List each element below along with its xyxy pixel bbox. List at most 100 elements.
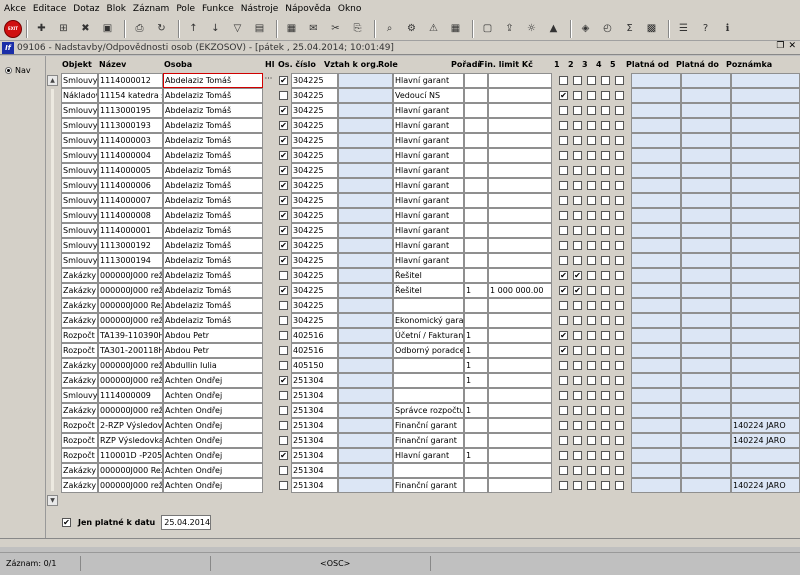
cell-role[interactable] bbox=[393, 298, 464, 313]
cell-pozn[interactable] bbox=[731, 133, 800, 148]
cell-do[interactable] bbox=[681, 388, 731, 403]
row-c5-checkbox[interactable] bbox=[615, 391, 624, 400]
report-icon[interactable]: ▤ bbox=[250, 19, 269, 38]
help-icon[interactable]: ? bbox=[696, 19, 715, 38]
bookmark-icon[interactable]: ▲ bbox=[544, 19, 563, 38]
cell-vztah[interactable] bbox=[338, 418, 393, 433]
cell-objekt[interactable]: Zakázky bbox=[61, 313, 98, 328]
cell-vztah[interactable] bbox=[338, 253, 393, 268]
cell-pozn[interactable] bbox=[731, 208, 800, 223]
row-c5-checkbox[interactable] bbox=[615, 421, 624, 430]
row-c2-checkbox[interactable] bbox=[573, 241, 582, 250]
cell-limit[interactable] bbox=[488, 328, 552, 343]
lov-button[interactable]: ··· bbox=[263, 73, 274, 88]
row-c4-checkbox[interactable] bbox=[601, 136, 610, 145]
row-c3-checkbox[interactable] bbox=[587, 331, 596, 340]
cell-do[interactable] bbox=[681, 313, 731, 328]
row-c4-checkbox[interactable] bbox=[601, 181, 610, 190]
row-hl-checkbox[interactable] bbox=[279, 481, 288, 490]
row-c5-checkbox[interactable] bbox=[615, 466, 624, 475]
cell-vztah[interactable] bbox=[338, 163, 393, 178]
cell-role[interactable]: Vedoucí NS bbox=[393, 88, 464, 103]
cell-nazev[interactable]: TA301-200118H bbox=[98, 343, 163, 358]
cell-od[interactable] bbox=[631, 403, 681, 418]
row-c1-checkbox[interactable] bbox=[559, 196, 568, 205]
row-c1-checkbox[interactable] bbox=[559, 466, 568, 475]
cell-nazev[interactable]: 1114000003 bbox=[98, 133, 163, 148]
cell-od[interactable] bbox=[631, 208, 681, 223]
cell-nazev[interactable]: RZP Výsledovka bbox=[98, 433, 163, 448]
cell-role[interactable]: Správce rozpočtu bbox=[393, 403, 464, 418]
row-c3-checkbox[interactable] bbox=[587, 241, 596, 250]
table-row[interactable]: Zakázky 000000J000 rež Achten Ondřej 251304… bbox=[61, 478, 800, 493]
row-c2-checkbox[interactable] bbox=[573, 361, 582, 370]
row-c2-checkbox[interactable] bbox=[573, 406, 582, 415]
cell-od[interactable] bbox=[631, 118, 681, 133]
table-row[interactable]: Smlouvy 1113000193 Abdelaziz Tomáš ✔ 304225 H… bbox=[61, 118, 800, 133]
cell-do[interactable] bbox=[681, 358, 731, 373]
row-c2-checkbox[interactable] bbox=[573, 436, 582, 445]
cell-oscislo[interactable]: 304225 bbox=[291, 148, 338, 163]
search-icon[interactable]: ⌕ bbox=[380, 19, 399, 38]
cell-do[interactable] bbox=[681, 163, 731, 178]
cell-objekt[interactable]: Nákladov bbox=[61, 88, 98, 103]
cell-pozn[interactable] bbox=[731, 73, 800, 88]
cell-osoba[interactable]: Abdelaziz Tomáš bbox=[163, 148, 263, 163]
cell-objekt[interactable]: Smlouvy bbox=[61, 193, 98, 208]
cell-nazev[interactable]: 2-RZP Výsledov bbox=[98, 418, 163, 433]
row-hl-checkbox[interactable]: ✔ bbox=[279, 136, 288, 145]
row-c1-checkbox[interactable] bbox=[559, 436, 568, 445]
cell-objekt[interactable]: Smlouvy bbox=[61, 238, 98, 253]
column-header[interactable]: 2 bbox=[567, 58, 574, 72]
cell-role[interactable]: Finanční garant bbox=[393, 418, 464, 433]
cell-limit[interactable] bbox=[488, 148, 552, 163]
cell-pozn[interactable] bbox=[731, 328, 800, 343]
vertical-scrollbar[interactable]: ▲ ▼ bbox=[46, 73, 59, 509]
table-row[interactable]: Zakázky 000000J000 Rež Achten Ondřej 251304 bbox=[61, 463, 800, 478]
cell-do[interactable] bbox=[681, 433, 731, 448]
cell-osoba[interactable]: Abdelaziz Tomáš bbox=[163, 178, 263, 193]
cell-objekt[interactable]: Rozpočt bbox=[61, 418, 98, 433]
cell-limit[interactable] bbox=[488, 208, 552, 223]
cell-oscislo[interactable]: 251304 bbox=[291, 463, 338, 478]
row-c4-checkbox[interactable] bbox=[601, 76, 610, 85]
cell-do[interactable] bbox=[681, 403, 731, 418]
column-header[interactable]: Osoba bbox=[163, 58, 192, 72]
excel-icon[interactable]: ▩ bbox=[642, 19, 661, 38]
table-row[interactable]: Smlouvy 1114000009 Achten Ondřej 251304 bbox=[61, 388, 800, 403]
cell-osoba[interactable]: Abdelaziz Tomáš bbox=[163, 268, 263, 283]
row-hl-checkbox[interactable]: ✔ bbox=[279, 166, 288, 175]
row-hl-checkbox[interactable]: ✔ bbox=[279, 256, 288, 265]
cell-nazev[interactable]: 000000J000 rež bbox=[98, 313, 163, 328]
cell-osoba[interactable]: Abdelaziz Tomáš bbox=[163, 283, 263, 298]
cell-objekt[interactable]: Zakázky bbox=[61, 298, 98, 313]
cell-vztah[interactable] bbox=[338, 268, 393, 283]
row-c2-checkbox[interactable] bbox=[573, 76, 582, 85]
cell-od[interactable] bbox=[631, 223, 681, 238]
row-c3-checkbox[interactable] bbox=[587, 106, 596, 115]
cell-oscislo[interactable]: 304225 bbox=[291, 208, 338, 223]
cell-od[interactable] bbox=[631, 73, 681, 88]
cell-osoba[interactable]: Abdelaziz Tomáš bbox=[163, 313, 263, 328]
cell-role[interactable] bbox=[393, 388, 464, 403]
cell-do[interactable] bbox=[681, 463, 731, 478]
clock-icon[interactable]: ◴ bbox=[598, 19, 617, 38]
cell-poradi[interactable] bbox=[464, 118, 488, 133]
row-c3-checkbox[interactable] bbox=[587, 196, 596, 205]
row-c5-checkbox[interactable] bbox=[615, 121, 624, 130]
cell-vztah[interactable] bbox=[338, 358, 393, 373]
cell-limit[interactable] bbox=[488, 118, 552, 133]
cell-poradi[interactable] bbox=[464, 313, 488, 328]
cell-od[interactable] bbox=[631, 148, 681, 163]
row-c3-checkbox[interactable] bbox=[587, 376, 596, 385]
row-c4-checkbox[interactable] bbox=[601, 406, 610, 415]
row-c1-checkbox[interactable]: ✔ bbox=[559, 286, 568, 295]
settings-icon[interactable]: ☼ bbox=[522, 19, 541, 38]
row-c1-checkbox[interactable] bbox=[559, 241, 568, 250]
cell-poradi[interactable] bbox=[464, 463, 488, 478]
row-c1-checkbox[interactable] bbox=[559, 226, 568, 235]
cell-pozn[interactable] bbox=[731, 463, 800, 478]
table-row[interactable]: Smlouvy 1114000008 Abdelaziz Tomáš ✔ 304225 H… bbox=[61, 208, 800, 223]
row-c2-checkbox[interactable] bbox=[573, 466, 582, 475]
cell-limit[interactable] bbox=[488, 313, 552, 328]
